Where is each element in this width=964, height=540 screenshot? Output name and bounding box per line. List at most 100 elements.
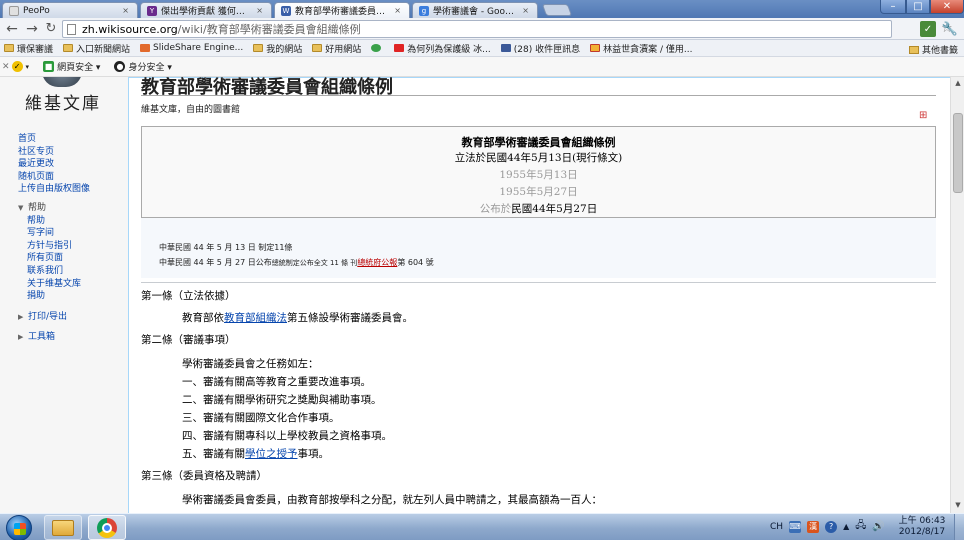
ime-indicator[interactable]: CH bbox=[770, 522, 783, 532]
sidebar-item-donate[interactable]: 捐助 bbox=[18, 290, 128, 303]
close-icon[interactable]: × bbox=[522, 6, 529, 15]
article-line: 學術審議委員會委員，由教育部按學科之分配，就左列人員中聘請之，其最高額為一百人： bbox=[182, 494, 602, 506]
bookmark-item[interactable]: SlideShare Engine... bbox=[140, 43, 243, 53]
header-date-2: 1955年5月27日 bbox=[499, 186, 578, 198]
vertical-scrollbar[interactable]: ▲ ▼ bbox=[950, 77, 964, 513]
close-icon[interactable]: × bbox=[394, 6, 401, 15]
scroll-thumb[interactable] bbox=[953, 113, 963, 193]
sidebar-item-policy[interactable]: 方针与指引 bbox=[18, 240, 128, 253]
close-icon[interactable]: × bbox=[122, 6, 129, 15]
sidebar-item-all-pages[interactable]: 所有页面 bbox=[18, 252, 128, 265]
sidebar-item-village-pump[interactable]: 写字间 bbox=[18, 227, 128, 240]
sidebar-section-tools[interactable]: ▶ 工具箱 bbox=[18, 331, 128, 344]
minimize-button[interactable]: – bbox=[880, 0, 906, 14]
maximize-button[interactable]: □ bbox=[906, 0, 930, 14]
sidebar-section-print[interactable]: ▶ 打印/导出 bbox=[18, 311, 128, 324]
start-button[interactable] bbox=[6, 515, 32, 540]
bookmark-item[interactable]: 好用網站 bbox=[312, 42, 361, 55]
network-icon[interactable]: 🖧 bbox=[855, 518, 866, 535]
bookmark-item[interactable]: 入口新聞網站 bbox=[63, 42, 130, 55]
wrench-icon[interactable]: 🔧 bbox=[942, 21, 958, 37]
bookmark-item[interactable]: 環保審議 bbox=[4, 42, 53, 55]
wikisource-icon: W bbox=[281, 5, 291, 16]
folder-icon bbox=[4, 44, 14, 52]
page-icon bbox=[67, 23, 76, 35]
tab-award-news[interactable]: Y 傑出學術貢獻 獲何任大學教 × bbox=[140, 2, 272, 18]
identity-icon: ● bbox=[114, 61, 126, 72]
history-line-1: 中華民國 44 年 5 月 13 日 制定11條 bbox=[159, 243, 293, 252]
sidebar-item-random[interactable]: 随机页面 bbox=[18, 171, 128, 184]
close-icon[interactable]: × bbox=[256, 6, 263, 15]
degree-conferral-link[interactable]: 學位之授予 bbox=[245, 448, 298, 460]
logo-text: 維基文庫 bbox=[25, 94, 101, 114]
header-enacted: 立法於民國44年5月13日(現行條文) bbox=[454, 152, 623, 164]
back-arrow-icon[interactable]: ← bbox=[4, 21, 20, 37]
tab-wikisource[interactable]: W 教育部學術審議委員會組織 × bbox=[274, 2, 410, 18]
ime-mode-icon[interactable]: 漢 bbox=[807, 520, 820, 533]
browser-toolbar: ← → ↻ zh.wikisource.org/wiki/教育部學術審議委員會組… bbox=[0, 18, 964, 40]
page-viewport: 維基文庫 首页 社区专页 最近更改 随机页面 上传自由版权图像 ▼ 帮助 帮助 写… bbox=[0, 77, 950, 513]
address-bar[interactable]: zh.wikisource.org/wiki/教育部學術審議委員會組織條例 ☆ bbox=[62, 20, 953, 38]
folder-icon bbox=[63, 44, 74, 52]
yahoo-icon: Y bbox=[147, 5, 157, 16]
window-close-button[interactable]: ✕ bbox=[930, 0, 964, 14]
tray-expand-icon[interactable]: ▲ bbox=[843, 522, 849, 531]
site-tagline: 維基文庫，自由的圖書館 bbox=[141, 105, 241, 115]
sidebar-item-home[interactable]: 首页 bbox=[18, 133, 128, 146]
bookmark-item[interactable]: 為何列為保護級 冰... bbox=[394, 42, 491, 55]
sidebar-item-contact[interactable]: 联系我们 bbox=[18, 265, 128, 278]
tab-peopo[interactable]: PeoPo × bbox=[2, 2, 138, 18]
web-safety-menu[interactable]: ■ 網頁安全 ▾ bbox=[43, 60, 100, 73]
sidebar-item-about[interactable]: 关于维基文库 bbox=[18, 278, 128, 291]
triangle-down-icon: ▼ bbox=[18, 203, 24, 212]
taskbar-chrome[interactable] bbox=[88, 515, 126, 540]
bookmark-item[interactable]: 我的網站 bbox=[253, 42, 302, 55]
tab-google-search[interactable]: g 學術審議會 - Google 搜尋 × bbox=[412, 2, 538, 18]
sidebar-item-help[interactable]: 帮助 bbox=[18, 215, 128, 228]
new-tab-button[interactable] bbox=[541, 4, 573, 16]
extension-icon[interactable]: ✓ bbox=[920, 21, 936, 37]
forward-arrow-icon[interactable]: → bbox=[24, 21, 40, 37]
sidebar-item-upload[interactable]: 上传自由版权图像 bbox=[18, 183, 128, 196]
sidebar-item-community[interactable]: 社区专页 bbox=[18, 146, 128, 159]
article-heading: 第三條（委員資格及聘請） bbox=[141, 470, 267, 482]
scroll-up-icon[interactable]: ▲ bbox=[953, 79, 963, 87]
edit-icon[interactable]: ⊞ bbox=[919, 111, 929, 121]
show-desktop-button[interactable] bbox=[954, 514, 964, 540]
bookmark-item[interactable]: 林益世貪瀆案 / 僅用... bbox=[590, 42, 692, 55]
page-icon bbox=[9, 5, 19, 16]
gmail-icon bbox=[590, 44, 601, 52]
article-line: 三、審議有關國際文化合作事項。 bbox=[182, 412, 340, 424]
clock[interactable]: 上午 06:43 2012/8/17 bbox=[898, 516, 946, 538]
taskbar: CH ⌨ 漢 ? ▲ 🖧 🔊 上午 06:43 2012/8/17 bbox=[0, 513, 964, 540]
chrome-icon bbox=[97, 517, 117, 538]
reload-icon[interactable]: ↻ bbox=[43, 21, 59, 37]
scroll-down-icon[interactable]: ▼ bbox=[953, 501, 963, 509]
gazette-link[interactable]: 總統府公報 bbox=[357, 258, 397, 267]
article-line: 教育部依教育部組織法第五條設學術審議委員會。 bbox=[182, 312, 413, 324]
tab-strip: PeoPo × Y 傑出學術貢獻 獲何任大學教 × W 教育部學術審議委員會組織… bbox=[0, 0, 964, 18]
identity-safety-menu[interactable]: ● 身分安全 ▾ bbox=[114, 60, 172, 73]
url-host: zh.wikisource.org bbox=[82, 23, 178, 36]
folder-icon bbox=[908, 45, 919, 54]
help-icon[interactable]: ? bbox=[825, 520, 838, 533]
globe-icon bbox=[42, 77, 82, 87]
ministry-org-law-link[interactable]: 教育部組織法 bbox=[224, 312, 287, 324]
chrome-green-icon bbox=[371, 44, 382, 52]
wikisource-logo[interactable]: 維基文庫 bbox=[20, 77, 106, 121]
divider bbox=[141, 282, 936, 283]
keyboard-icon[interactable]: ⌨ bbox=[789, 520, 802, 533]
volume-icon[interactable]: 🔊 bbox=[872, 521, 884, 532]
bookmark-item[interactable] bbox=[371, 44, 384, 52]
sidebar-section-help[interactable]: ▼ 帮助 bbox=[18, 202, 128, 215]
bookmark-item[interactable]: (28) 收件匣訊息 bbox=[500, 42, 580, 55]
google-icon: g bbox=[419, 5, 429, 16]
sidebar-item-recent-changes[interactable]: 最近更改 bbox=[18, 158, 128, 171]
url-path: /wiki/教育部學術審議委員會組織條例 bbox=[177, 23, 361, 36]
other-bookmarks[interactable]: 其他書籤 bbox=[908, 43, 958, 56]
taskbar-explorer[interactable] bbox=[44, 515, 82, 540]
close-icon[interactable]: ✕ bbox=[2, 62, 10, 72]
norton-menu[interactable]: ✕ ✓ ▾ bbox=[2, 61, 29, 72]
norton-toolbar: ✕ ✓ ▾ ■ 網頁安全 ▾ ● 身分安全 ▾ bbox=[0, 57, 964, 77]
header-title: 教育部學術審議委員會組織條例 bbox=[461, 136, 616, 149]
